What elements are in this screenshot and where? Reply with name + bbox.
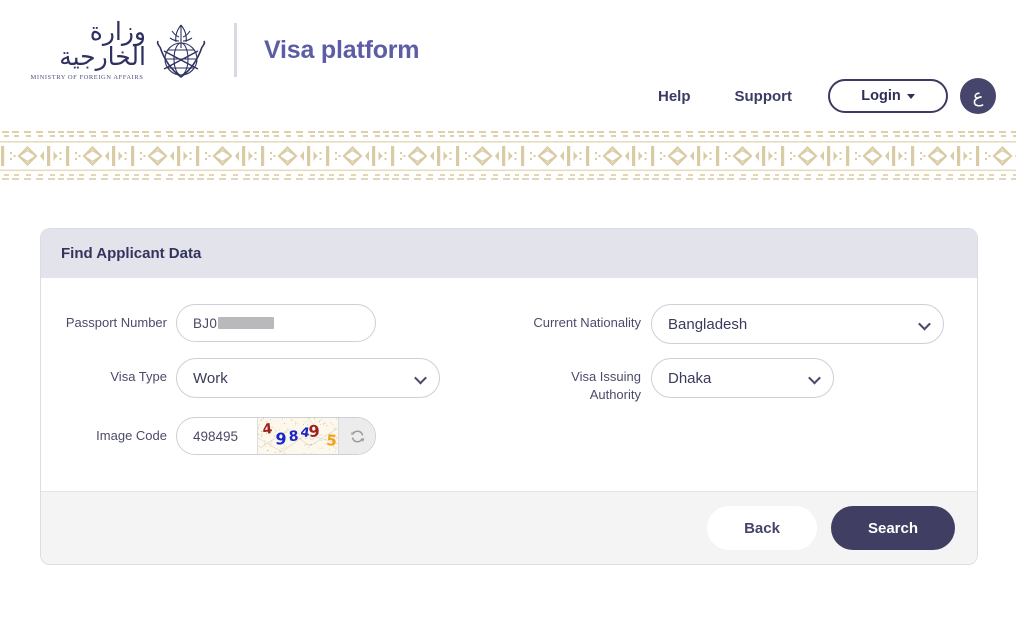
visa-type-select[interactable]: Work: [176, 358, 440, 398]
svg-text:8: 8: [288, 429, 299, 445]
svg-text:4: 4: [262, 421, 274, 438]
image-code-label: Image Code: [96, 428, 167, 444]
svg-text:9: 9: [275, 429, 287, 449]
svg-text:9: 9: [308, 421, 320, 441]
chevron-down-icon: [906, 93, 915, 99]
captcha-image: 498495: [257, 418, 339, 455]
current-nationality-select[interactable]: Bangladesh: [651, 304, 944, 344]
app-title: Visa platform: [264, 35, 420, 64]
visa-type-label: Visa Type: [110, 369, 167, 384]
captcha-image-svg: 4 9 8 49 5: [258, 418, 338, 455]
saudi-emblem-icon: [150, 17, 212, 83]
field-current-nationality: Current Nationality Bangladesh: [521, 304, 944, 344]
card-body: Passport Number BJ0 Current Nationality …: [41, 278, 977, 492]
visa-issuing-authority-select[interactable]: Dhaka: [651, 358, 834, 398]
sadu-pattern-icon: [0, 128, 1016, 184]
language-toggle-button[interactable]: ع: [960, 78, 996, 114]
field-visa-issuing-authority: Visa Issuing Authority Dhaka: [521, 358, 834, 403]
current-nationality-label: Current Nationality: [533, 315, 641, 330]
search-button[interactable]: Search: [831, 506, 955, 551]
brand-lockup: وزارة الخارجية MINISTRY OF FOREIGN AFFAI…: [28, 14, 420, 86]
form-row-2: Visa Type Work Visa Issuing Authority Dh…: [41, 358, 977, 403]
redaction-mask: [218, 317, 275, 329]
passport-number-value: BJ0: [193, 315, 218, 331]
passport-number-label: Passport Number: [65, 315, 167, 330]
nav-support-link[interactable]: Support: [713, 88, 815, 105]
visa-issuing-authority-control: Dhaka: [651, 358, 834, 398]
passport-number-control: BJ0: [176, 304, 376, 342]
main-content: Find Applicant Data Passport Number BJ0 …: [0, 184, 1016, 566]
field-passport-number: Passport Number BJ0: [41, 304, 521, 342]
ministry-logo: وزارة الخارجية MINISTRY OF FOREIGN AFFAI…: [28, 17, 147, 81]
image-code-control: 498495: [176, 417, 376, 456]
visa-issuing-authority-label: Visa Issuing Authority: [521, 358, 651, 403]
brand-divider: [234, 23, 237, 77]
form-row-1: Passport Number BJ0 Current Nationality …: [41, 304, 977, 344]
refresh-icon: [350, 430, 364, 443]
back-button[interactable]: Back: [707, 506, 817, 551]
visa-type-control: Work: [176, 358, 440, 398]
find-applicant-card: Find Applicant Data Passport Number BJ0 …: [40, 228, 978, 566]
captcha-refresh-button[interactable]: [339, 418, 375, 455]
visa-issuing-authority-label-line2: Authority: [589, 386, 641, 402]
ministry-name-english: MINISTRY OF FOREIGN AFFAIRS: [30, 74, 144, 81]
current-nationality-control: Bangladesh: [651, 304, 944, 344]
sadu-decorative-band: [0, 128, 1016, 184]
nav-help-link[interactable]: Help: [636, 88, 713, 105]
svg-text:5: 5: [326, 431, 338, 450]
passport-number-input[interactable]: BJ0: [176, 304, 376, 342]
card-title: Find Applicant Data: [41, 229, 977, 278]
login-button[interactable]: Login: [828, 79, 948, 113]
visa-issuing-authority-label-line1: Visa Issuing: [571, 369, 641, 384]
ministry-name-arabic: وزارة الخارجية: [59, 17, 147, 71]
image-code-input[interactable]: [177, 418, 257, 455]
top-navigation: Help Support Login ع: [636, 78, 996, 114]
card-footer: Back Search: [41, 491, 977, 565]
login-button-label: Login: [861, 88, 901, 104]
field-visa-type: Visa Type Work: [41, 358, 521, 398]
site-header: وزارة الخارجية MINISTRY OF FOREIGN AFFAI…: [0, 0, 1016, 128]
form-row-3: Image Code 498495: [41, 417, 977, 456]
field-image-code: Image Code 498495: [41, 417, 521, 456]
